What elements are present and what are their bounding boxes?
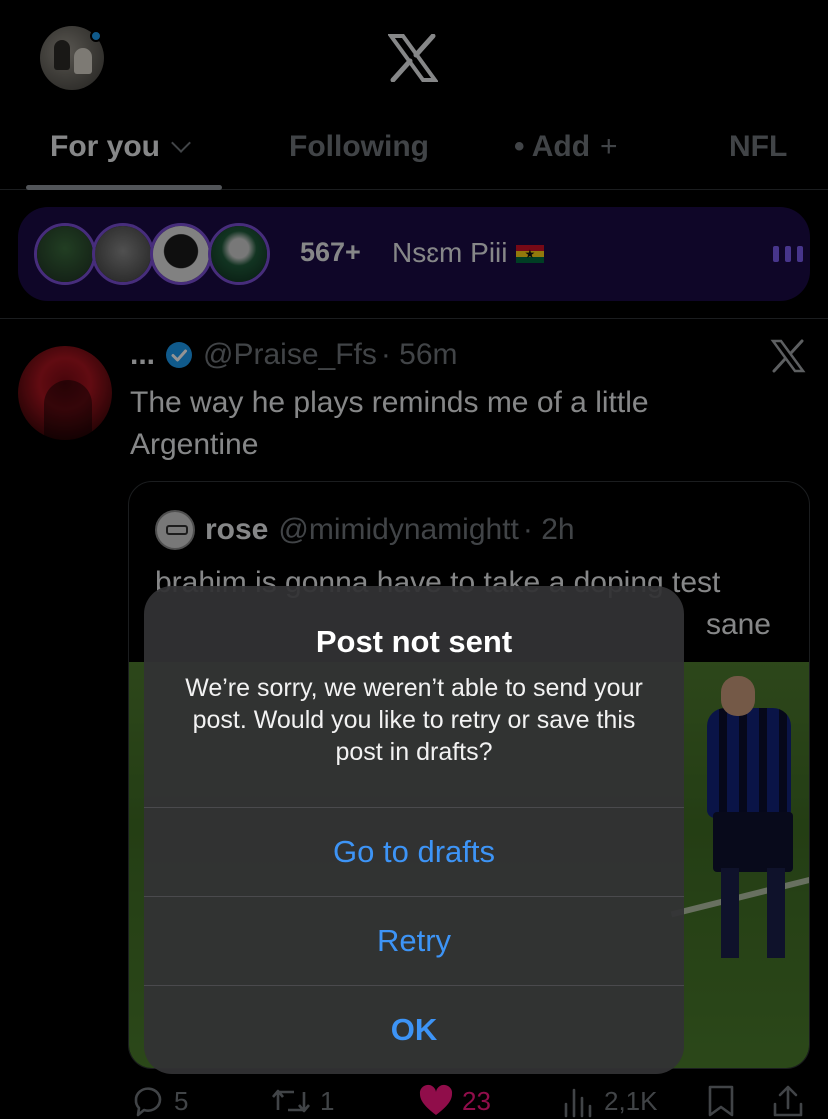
alert-message: We’re sorry, we weren’t able to send you… [185, 674, 643, 766]
retry-button[interactable]: Retry [144, 896, 684, 984]
post-not-sent-alert: Post not sent We’re sorry, we weren’t ab… [144, 586, 684, 1074]
go-to-drafts-button[interactable]: Go to drafts [144, 807, 684, 895]
alert-title: Post not sent [315, 624, 513, 659]
ok-button[interactable]: OK [144, 985, 684, 1073]
